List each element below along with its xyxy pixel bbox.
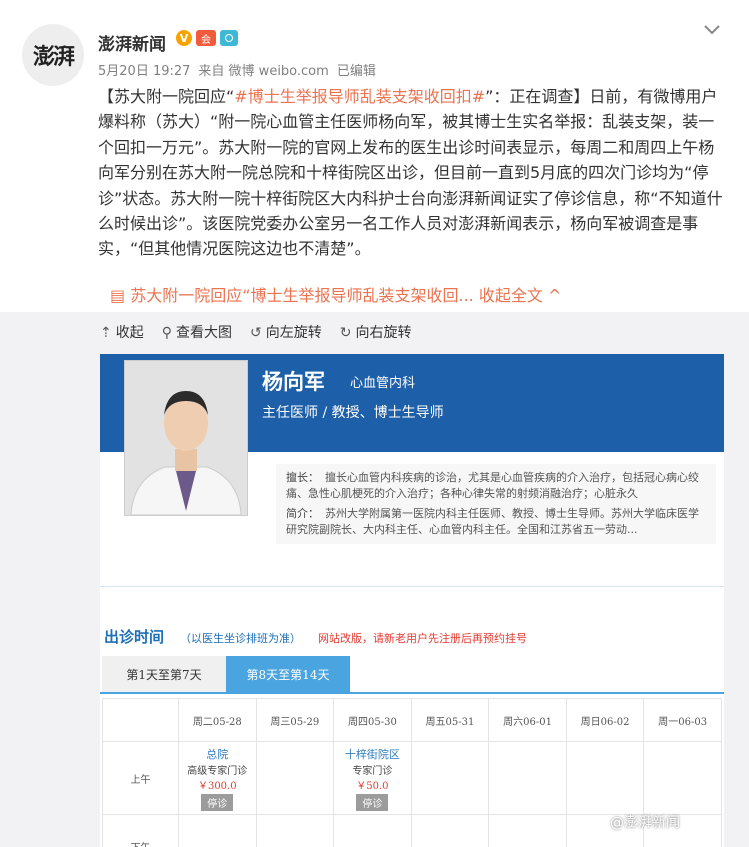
slot-kind: 专家门诊 xyxy=(352,765,393,777)
avatar-text: 澎湃 xyxy=(32,44,75,70)
slot-price: ￥50.0 xyxy=(356,780,389,792)
view-large-button[interactable]: ⚲ 查看大图 xyxy=(162,322,232,342)
tab-week-1[interactable]: 第1天至第7天 xyxy=(102,656,226,692)
skill-label: 擅长： xyxy=(286,471,319,484)
doctor-name: 杨向军 xyxy=(262,369,325,394)
row-label: 上午 xyxy=(102,741,179,815)
slot-price: ￥300.0 xyxy=(197,780,237,792)
collapse-image-button[interactable]: ⇡ 收起 xyxy=(100,322,144,342)
doctor-intro: 简介： 苏州大学附属第一医院内科主任医师、教授、博士生导师。苏州大学临床医学研究院… xyxy=(286,506,706,538)
slot-location: 十梓街院区 xyxy=(344,747,400,761)
rotate-right-label: 向右旋转 xyxy=(355,325,412,341)
day-header: 周六06-01 xyxy=(488,698,567,742)
author-avatar[interactable]: 澎湃 xyxy=(22,24,84,86)
camera-badge-icon xyxy=(220,30,238,46)
slot-status-badge: 停诊 xyxy=(356,793,389,811)
view-large-label: 查看大图 xyxy=(176,325,232,341)
doctor-info: 擅长： 擅长心血管内科疾病的诊治，尤其是心血管疾病的介入治疗，包括冠心病心绞痛、急… xyxy=(276,464,716,544)
schedule-row-morning: 上午 总院 高级专家门诊 ￥300.0 停诊 十梓街院区 专家门诊 ￥50.0 … xyxy=(102,741,722,815)
image-toolbar: ⇡ 收起 ⚲ 查看大图 ↺ 向左旋转 ↻ 向右旋转 xyxy=(100,322,411,342)
screenshot-image[interactable]: 杨向军 心血管内科 主任医师 / 教授、博士生导师 擅长： 擅长心血管内科疾病的诊… xyxy=(100,354,724,847)
empty-slot xyxy=(643,741,722,815)
intro-text: 苏州大学附属第一医院内科主任医师、教授、博士生导师。苏州大学临床医学研究院副院长… xyxy=(286,507,699,536)
skill-text: 擅长心血管内科疾病的诊治，尤其是心血管疾病的介入治疗，包括冠心病心绞痛、急性心肌… xyxy=(286,471,699,500)
post-meta: 5月20日 19:27 来自 微博 weibo.com 已编辑 xyxy=(98,60,376,79)
slot-location: 总院 xyxy=(206,747,229,761)
doctor-title: 主任医师 / 教授、博士生导师 xyxy=(262,405,444,421)
slot-status-badge: 停诊 xyxy=(201,793,234,811)
intro-label: 简介： xyxy=(286,507,319,520)
tab-week-2[interactable]: 第8天至第14天 xyxy=(226,656,350,692)
corner-cell xyxy=(102,698,179,742)
empty-slot xyxy=(255,741,335,815)
schedule-subtitle: （以医生坐诊排班为准） xyxy=(180,632,301,645)
divider xyxy=(100,586,724,587)
day-header: 周四05-30 xyxy=(333,698,412,742)
schedule-slot: 总院 高级专家门诊 ￥300.0 停诊 xyxy=(178,741,257,815)
post-text-part1: 【苏大附一院回应“ xyxy=(98,87,235,106)
schedule-slot: 十梓街院区 专家门诊 ￥50.0 停诊 xyxy=(333,741,412,815)
article-link[interactable]: 苏大附一院回应“博士生举报导师乱装支架收回... xyxy=(130,286,474,305)
empty-slot xyxy=(333,814,412,847)
hashtag-link[interactable]: #博士生举报导师乱装支架收回扣# xyxy=(234,87,485,106)
doctor-photo xyxy=(124,360,248,516)
rotate-right-button[interactable]: ↻ 向右旋转 xyxy=(340,322,412,342)
empty-slot xyxy=(178,814,257,847)
arrow-up-icon: ⇡ xyxy=(100,325,112,341)
day-header: 周二05-28 xyxy=(178,698,257,742)
rotate-right-icon: ↻ xyxy=(339,325,352,341)
image-watermark: @澎湃新闻 xyxy=(610,815,680,831)
empty-slot xyxy=(255,814,335,847)
empty-slot xyxy=(488,814,567,847)
author-name[interactable]: 澎湃新闻 xyxy=(98,30,166,55)
edited-label[interactable]: 已编辑 xyxy=(337,60,376,79)
search-icon: ⚲ xyxy=(161,325,172,341)
rotate-left-icon: ↺ xyxy=(250,325,262,341)
article-icon: ▤ xyxy=(110,286,126,305)
schedule-tabs: 第1天至第7天 第8天至第14天 xyxy=(100,656,724,694)
doctor-skill: 擅长： 擅长心血管内科疾病的诊治，尤其是心血管疾病的介入治疗，包括冠心病心绞痛、急… xyxy=(286,470,706,502)
chevron-down-icon[interactable] xyxy=(704,20,720,39)
collapse-image-label: 收起 xyxy=(115,325,144,341)
day-header: 周日06-02 xyxy=(565,698,645,742)
post-text-part2: ”：正在调查】日前，有微博用户爆料称（苏大）“附一院心血管主任医师杨向军，被其博… xyxy=(98,87,723,259)
day-header: 周三05-29 xyxy=(255,698,335,742)
day-header: 周五05-31 xyxy=(410,698,490,742)
member-badge-icon: 会 xyxy=(196,30,216,46)
post-date[interactable]: 5月20日 19:27 xyxy=(98,60,190,79)
row-label: 下午 xyxy=(102,814,179,847)
day-header: 周一06-03 xyxy=(643,698,722,742)
empty-slot xyxy=(410,741,490,815)
author-badges: V 会 xyxy=(176,30,238,46)
rotate-left-label: 向左旋转 xyxy=(265,325,322,341)
schedule-notice: 网站改版，请新老用户先注册后再预约挂号 xyxy=(318,632,527,645)
schedule-title: 出诊时间 xyxy=(104,628,165,646)
slot-kind: 高级专家门诊 xyxy=(187,765,248,777)
collapse-row: ▤ 苏大附一院回应“博士生举报导师乱装支架收回... 收起全文 ^ xyxy=(110,282,561,306)
schedule-header-row: 周二05-28 周三05-29 周四05-30 周五05-31 周六06-01 … xyxy=(102,698,722,742)
post-text: 【苏大附一院回应“#博士生举报导师乱装支架收回扣#”：正在调查】日前，有微博用户… xyxy=(98,84,726,262)
chevron-up-icon[interactable]: ^ xyxy=(548,286,561,305)
image-panel: ⇡ 收起 ⚲ 查看大图 ↺ 向左旋转 ↻ 向右旋转 杨向军 心血管内科 主任医师 / 教… xyxy=(0,312,749,847)
post-source[interactable]: 来自 微博 weibo.com xyxy=(198,60,328,79)
empty-slot xyxy=(488,741,567,815)
verified-badge-icon: V xyxy=(176,30,192,46)
rotate-left-button[interactable]: ↺ 向左旋转 xyxy=(250,322,322,342)
collapse-link[interactable]: 收起全文 xyxy=(479,286,543,305)
doctor-department: 心血管内科 xyxy=(350,376,416,391)
empty-slot xyxy=(410,814,490,847)
empty-slot xyxy=(565,741,645,815)
